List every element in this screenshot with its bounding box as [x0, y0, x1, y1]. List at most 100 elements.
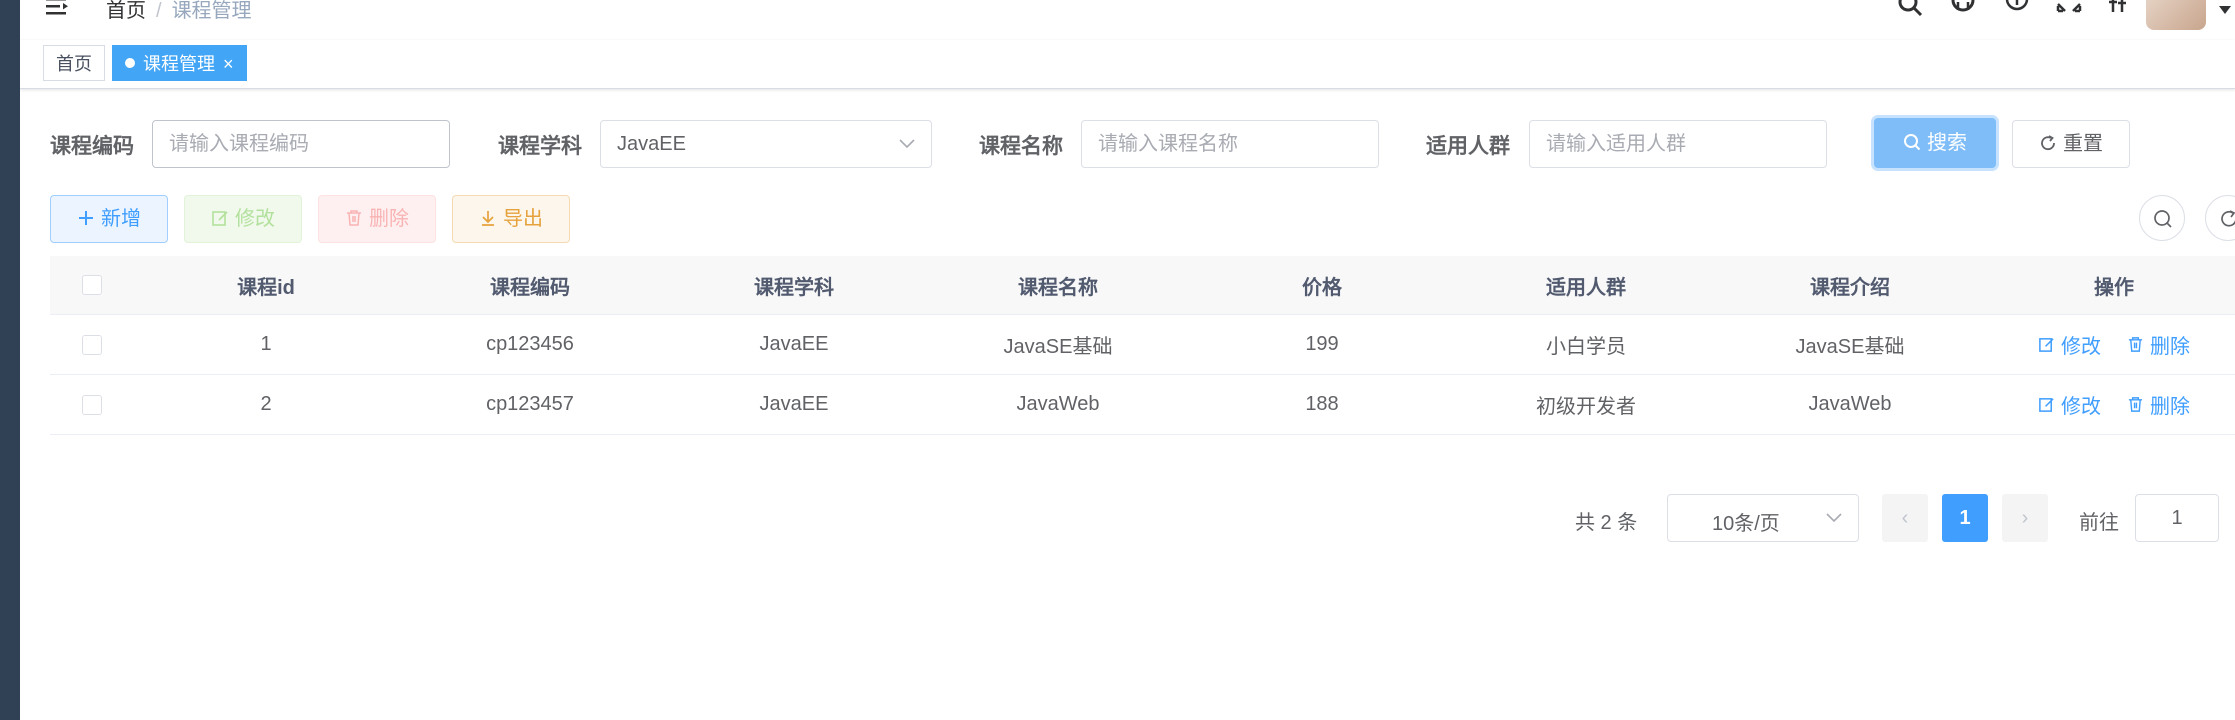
search-icon [2154, 210, 2172, 228]
row-delete-label: 删除 [2150, 336, 2190, 358]
cell-id: 2 [260, 393, 272, 415]
cell-price: 199 [1305, 333, 1339, 355]
search-button[interactable]: 搜索 [1874, 118, 1996, 168]
page-number-button[interactable]: 1 [1942, 494, 1988, 542]
close-icon[interactable]: × [223, 54, 234, 74]
prev-page-button[interactable]: ‹ [1882, 494, 1928, 542]
select-all-cell [50, 256, 134, 314]
breadcrumb: 首页 / 课程管理 [106, 0, 252, 23]
row-select-cell [50, 375, 134, 434]
next-page-button[interactable]: › [2002, 494, 2048, 542]
breadcrumb-current: 课程管理 [171, 0, 252, 22]
course-subject-select[interactable]: JavaEE [600, 120, 932, 168]
search-icon [1904, 133, 1921, 150]
search-icon[interactable] [1896, 0, 1926, 18]
audience-input[interactable] [1529, 120, 1827, 168]
active-dot-icon [125, 58, 135, 69]
question-icon[interactable] [2002, 0, 2032, 18]
course-subject-value: JavaEE [617, 133, 686, 155]
add-button[interactable]: 新增 [50, 195, 168, 243]
github-icon[interactable] [1948, 0, 1978, 18]
edit-icon [2039, 398, 2054, 412]
column-header: 课程id [237, 276, 295, 299]
cell-name: JavaWeb [1016, 393, 1100, 415]
course-code-input[interactable] [152, 120, 450, 168]
chevron-down-icon [1826, 513, 1842, 523]
navbar: 首页 / 课程管理 [20, 0, 2235, 41]
refresh-icon [2221, 210, 2235, 227]
tag-label: 首页 [56, 54, 92, 74]
cell-subject: JavaEE [759, 393, 829, 415]
table-row: 2 cp123457 JavaEE JavaWeb 188 初级开发者 Java… [50, 375, 2235, 435]
column-header: 课程名称 [1018, 276, 1098, 299]
cell-name: JavaSE基础 [1003, 336, 1113, 358]
font-size-icon[interactable] [2105, 0, 2135, 18]
cell-price: 188 [1305, 393, 1339, 415]
reset-button-label: 重置 [2063, 133, 2103, 155]
tag-course-management[interactable]: 课程管理 × [112, 45, 247, 81]
column-header: 课程编码 [490, 276, 570, 299]
chevron-down-icon [899, 139, 915, 149]
edit-icon [2039, 338, 2054, 352]
export-button[interactable]: 导出 [452, 195, 570, 243]
row-select-cell [50, 315, 134, 374]
row-checkbox[interactable] [82, 394, 102, 415]
cell-id: 1 [260, 333, 272, 355]
search-button-label: 搜索 [1927, 132, 1967, 154]
table-header: 课程id 课程编码 课程学科 课程名称 价格 适用人群 课程介绍 操作 [50, 256, 2235, 315]
trash-icon [2128, 397, 2143, 412]
row-edit-label: 修改 [2061, 336, 2101, 358]
row-delete-label: 删除 [2150, 396, 2190, 418]
row-delete-button[interactable]: 删除 [2127, 330, 2190, 359]
refresh-table-button[interactable] [2205, 195, 2235, 241]
cell-audience: 小白学员 [1546, 336, 1626, 358]
column-header: 适用人群 [1546, 276, 1626, 299]
edit-icon [212, 210, 228, 226]
tags-view: 首页 课程管理 × [20, 40, 2235, 89]
refresh-icon [2041, 134, 2055, 150]
reset-button[interactable]: 重置 [2012, 120, 2130, 168]
caret-down-icon[interactable] [2219, 6, 2231, 14]
trash-icon [2128, 337, 2143, 352]
row-edit-label: 修改 [2061, 396, 2101, 418]
course-code-label: 课程编码 [50, 135, 134, 158]
breadcrumb-home[interactable]: 首页 [106, 0, 146, 22]
trash-icon [347, 209, 361, 226]
export-button-label: 导出 [503, 208, 543, 230]
edit-button: 修改 [184, 195, 302, 243]
delete-button: 删除 [318, 195, 436, 243]
course-name-input[interactable] [1081, 120, 1379, 168]
breadcrumb-separator: / [156, 0, 162, 22]
add-button-label: 新增 [101, 208, 141, 230]
select-all-checkbox[interactable] [82, 275, 102, 295]
fullscreen-icon[interactable] [2054, 0, 2084, 18]
cell-audience: 初级开发者 [1536, 396, 1636, 418]
tag-label: 课程管理 [143, 54, 215, 74]
page-size-value: 10条/页 [1712, 513, 1780, 535]
audience-label: 适用人群 [1426, 135, 1510, 158]
plus-icon [79, 210, 93, 225]
cell-intro: JavaSE基础 [1795, 336, 1905, 358]
cell-intro: JavaWeb [1808, 393, 1892, 415]
column-header: 价格 [1302, 276, 1342, 299]
row-edit-button[interactable]: 修改 [2038, 330, 2101, 359]
column-header: 课程介绍 [1810, 276, 1890, 299]
cell-subject: JavaEE [759, 333, 829, 355]
main-container: 首页 / 课程管理 首页 课程管理 × 课程编码 请输入课程编码 课程学科 Ja… [20, 0, 2235, 720]
row-edit-button[interactable]: 修改 [2038, 390, 2101, 419]
avatar[interactable] [2146, 0, 2206, 30]
column-header: 课程学科 [754, 276, 834, 299]
cell-actions: 修改 删除 [1982, 315, 2235, 374]
pagination-total: 共 2 条 [1575, 512, 1638, 534]
page-size-select[interactable]: 10条/页 [1667, 494, 1859, 542]
row-delete-button[interactable]: 删除 [2127, 390, 2190, 419]
toggle-search-button[interactable] [2139, 195, 2185, 241]
delete-button-label: 删除 [369, 208, 409, 230]
hamburger-icon[interactable] [46, 0, 70, 18]
cell-code: cp123456 [486, 333, 574, 355]
course-name-label: 课程名称 [979, 135, 1063, 158]
goto-page-input[interactable]: 1 [2135, 494, 2219, 542]
cell-actions: 修改 删除 [1982, 375, 2235, 434]
row-checkbox[interactable] [82, 334, 102, 355]
tag-home[interactable]: 首页 [43, 45, 105, 81]
